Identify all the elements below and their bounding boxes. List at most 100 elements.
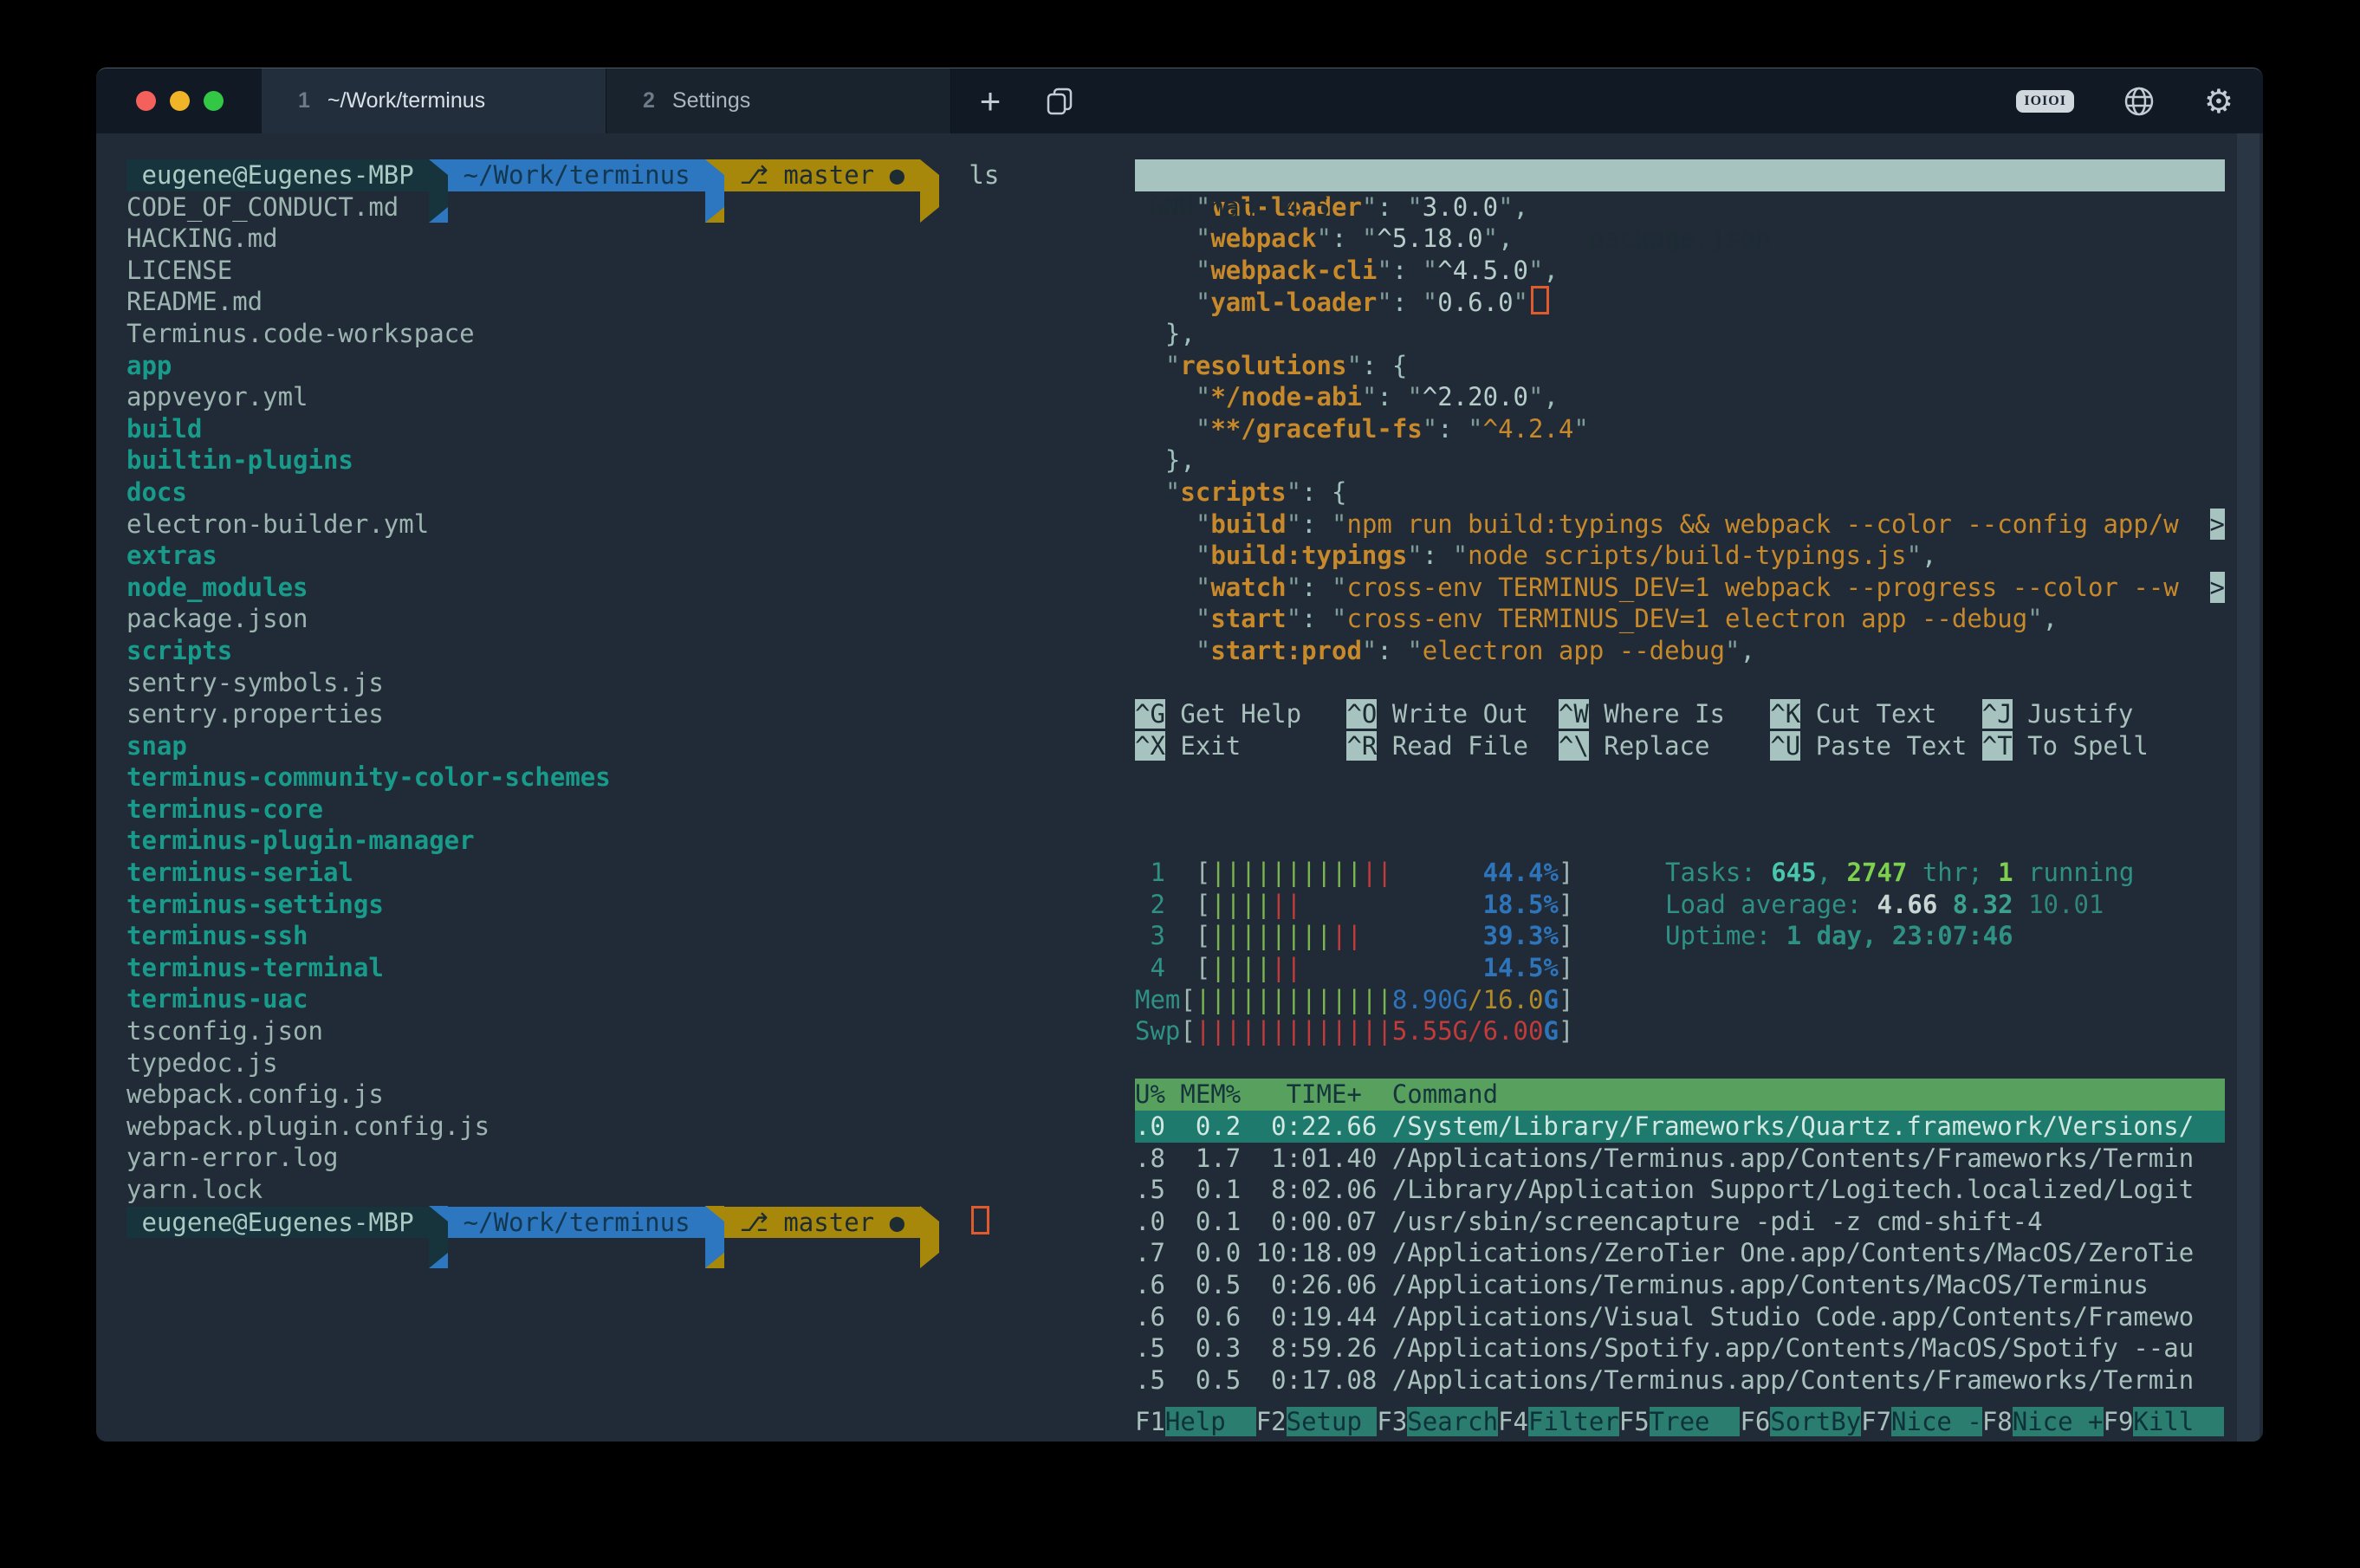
text-segment: /16.0 [1468, 985, 1543, 1014]
text-segment: || [1362, 858, 1392, 887]
text-segment: 645 [1771, 858, 1816, 887]
nano-line: "start:prod": "electron app --debug", [1135, 635, 2225, 667]
text-segment: thr; [1907, 858, 1998, 887]
text-segment: , [1514, 192, 1528, 222]
text-segment: ] [1559, 953, 1573, 982]
nano-shortcut-key: ^W [1559, 699, 1589, 729]
text-segment: " [1483, 224, 1498, 253]
text-segment: }, [1135, 319, 1196, 348]
nano-shortcut-label: Get Help [1165, 699, 1347, 729]
text-segment: build:typings [1210, 541, 1407, 570]
nano-shortcut-label: Write Out [1377, 699, 1559, 729]
meter-line: Mem[|||||||||||||8.90G/16.0G] [1135, 984, 2225, 1016]
nano-shortcut-label: Justify [2013, 699, 2195, 729]
directory-entry: terminus-community-color-schemes [126, 761, 1123, 794]
text-segment: " [1165, 351, 1180, 380]
text-segment: || [1271, 953, 1301, 982]
process-table-header: U% MEM% TIME+ Command [1135, 1079, 2225, 1111]
text-segment [1392, 858, 1483, 887]
text-segment: : { [1362, 351, 1407, 380]
nano-buffer: "val-loader": "3.0.0", "webpack": "^5.18… [1135, 191, 2225, 667]
text-segment: : [1301, 509, 1332, 539]
directory-entry: snap [126, 730, 1123, 762]
file-entry: tsconfig.json [126, 1015, 1123, 1047]
process-row: .6 0.5 0:26.06 /Applications/Terminus.ap… [1135, 1269, 2225, 1301]
text-segment: , [1740, 636, 1754, 665]
text-segment: " [1196, 509, 1210, 539]
fkey: F7 [1861, 1407, 1891, 1436]
fkey: F4 [1498, 1407, 1528, 1436]
text-segment: " [1423, 288, 1437, 317]
process-row: .8 1.7 1:01.40 /Applications/Terminus.ap… [1135, 1143, 2225, 1175]
text-segment: " [1362, 382, 1377, 411]
text-segment: " [1287, 573, 1301, 602]
text-segment: " [1346, 351, 1361, 380]
directory-entry: terminus-core [126, 794, 1123, 826]
text-segment: 5.55G/6.00 [1392, 1016, 1544, 1046]
text-segment: */node-abi [1210, 382, 1362, 411]
text-segment: : [1423, 541, 1453, 570]
text-segment: ~/Work/terminus [448, 159, 705, 191]
text-segment: : [1392, 256, 1423, 285]
text-segment: " [1498, 192, 1513, 222]
terminal-pane-left[interactable]: eugene@Eugenes-MBP ~/Work/terminus ⎇ mas… [126, 133, 1123, 1237]
text-segment: , [1543, 382, 1558, 411]
directory-entry: terminus-ssh [126, 920, 1123, 952]
file-entry: sentry.properties [126, 698, 1123, 730]
keyboard-badge-icon[interactable]: IOIOI [2016, 90, 2074, 113]
text-segment: " [1423, 414, 1437, 444]
terminal-content: eugene@Eugenes-MBP ~/Work/terminus ⎇ mas… [96, 133, 2263, 1442]
text-segment: ^2.20.0 [1423, 382, 1528, 411]
zoom-button[interactable] [204, 91, 224, 111]
tab-number: 1 [298, 88, 310, 113]
fkey: F1 [1135, 1407, 1165, 1436]
fkey: F2 [1256, 1407, 1287, 1436]
minimize-button[interactable] [170, 91, 190, 111]
htop-meters: 1 [|||||||||||| 44.4%] 2 [|||||| 18.5%] … [1135, 857, 2225, 1047]
text-segment: 14.5% [1483, 953, 1559, 982]
fkey: F9 [2104, 1407, 2134, 1436]
fkey-label: Tree [1650, 1407, 1741, 1436]
text-segment: eugene@Eugenes-MBP [126, 159, 429, 191]
text-segment: G [1543, 985, 1558, 1014]
text-segment: resolutions [1180, 351, 1346, 380]
scrollbar[interactable] [2237, 133, 2260, 1442]
text-segment: eugene@Eugenes-MBP [126, 1207, 429, 1239]
text-segment [705, 1206, 724, 1269]
gear-icon[interactable]: ⚙ [2204, 85, 2234, 118]
fkey: F5 [1619, 1407, 1650, 1436]
text-segment: npm run build:typings && webpack --color… [1346, 509, 2178, 539]
close-button[interactable] [136, 91, 156, 111]
text-segment: : { [1301, 477, 1346, 507]
directory-entry: terminus-serial [126, 857, 1123, 889]
text-segment: **/graceful-fs [1210, 414, 1422, 444]
tab-work-terminus[interactable]: 1 ~/Work/terminus [262, 68, 606, 133]
terminal-pane-right[interactable]: GNU nano 4.5 package.json "val-loader": … [1135, 133, 2225, 1438]
tab-settings[interactable]: 2 Settings [606, 68, 951, 133]
text-segment: , [2043, 604, 2058, 633]
text-segment: " [1196, 636, 1210, 665]
text-segment: Mem [1135, 985, 1180, 1014]
text-segment: " [1196, 288, 1210, 317]
nano-line: "yaml-loader": "0.6.0" [1135, 286, 2225, 318]
text-segment: : [1437, 414, 1468, 444]
text-segment: " [1377, 256, 1391, 285]
text-segment: |||| [1210, 890, 1271, 919]
text-segment: |||||||||| [1210, 858, 1362, 887]
htop-summary: Tasks: 645, 2747 thr; 1 runningLoad aver… [1665, 857, 2134, 952]
duplicate-tab-icon[interactable] [1029, 68, 1090, 133]
text-segment: 44.4% [1483, 858, 1559, 887]
directory-entry: extras [126, 540, 1123, 572]
traffic-lights [96, 68, 262, 133]
nano-line: "webpack-cli": "^4.5.0", [1135, 255, 2225, 287]
text-segment: " [1332, 509, 1346, 539]
text-segment: " [1196, 573, 1210, 602]
blank-gap [1135, 761, 2225, 857]
globe-icon[interactable] [2123, 85, 2156, 118]
nano-line: "scripts": { [1135, 476, 2225, 509]
new-tab-button[interactable]: + [951, 68, 1029, 133]
htop-process-table: U% MEM% TIME+ Command.0 0.2 0:22.66 /Sys… [1135, 1079, 2225, 1396]
directory-entry: builtin-plugins [126, 444, 1123, 476]
text-segment [1135, 414, 1196, 444]
text-segment: 1 [1998, 858, 2013, 887]
